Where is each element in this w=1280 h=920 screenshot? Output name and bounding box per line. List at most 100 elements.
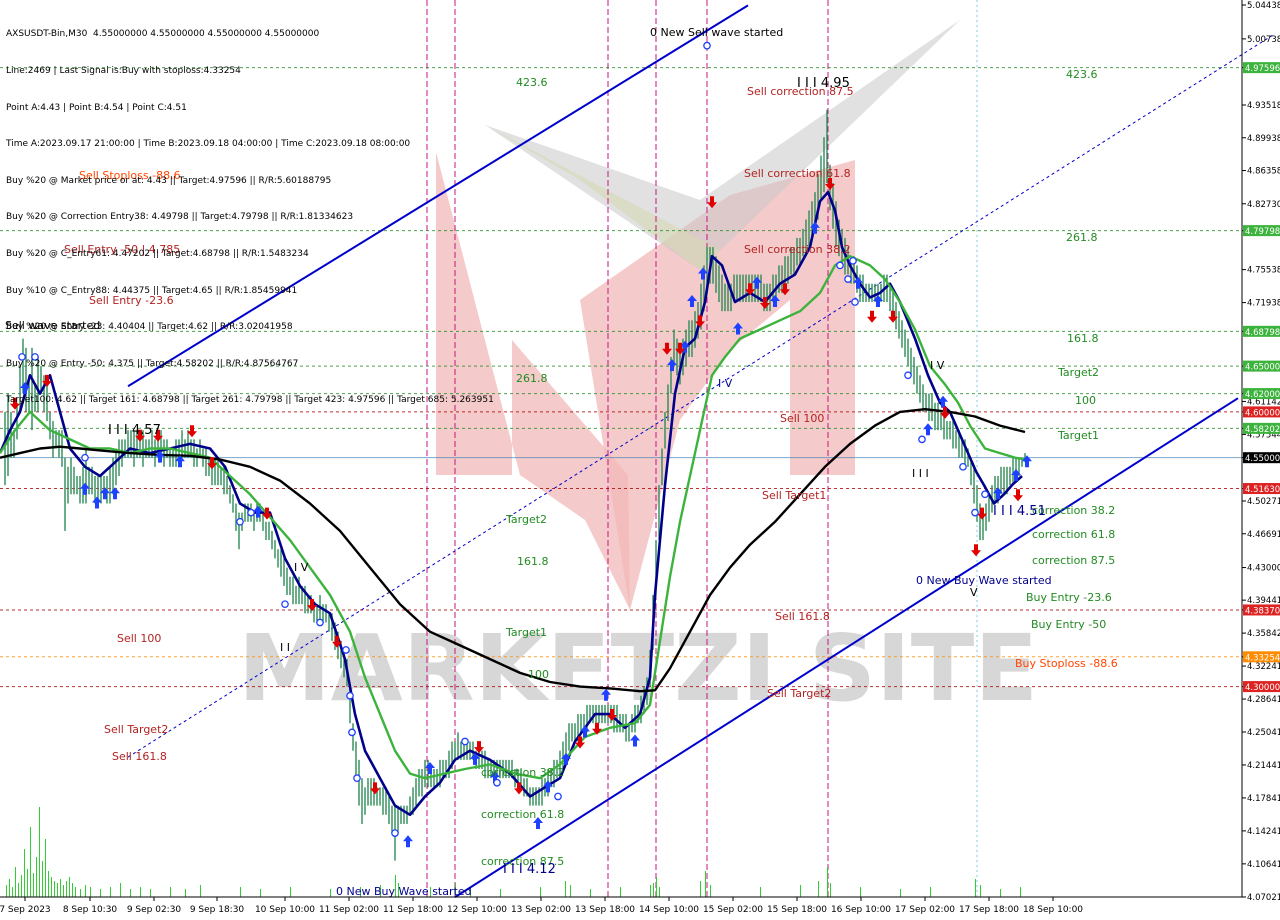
- price-label: 4.97596: [1245, 64, 1280, 74]
- info-line-targets: Target100: 4.62 || Target 161: 4.68798 |…: [6, 395, 494, 406]
- x-tick-label: 9 Sep 18:30: [190, 905, 245, 915]
- volume-bar: [980, 885, 981, 897]
- volume-bar: [48, 871, 49, 897]
- volume-bar: [140, 887, 141, 897]
- info-line-entry50: Buy %20 @ Entry -50: 4.375 || Target:4.5…: [6, 358, 299, 369]
- x-tick-label: 15 Sep 02:00: [703, 905, 763, 915]
- volume-bar: [69, 877, 70, 897]
- volume-bar: [27, 869, 28, 897]
- signal-circle-icon: [461, 737, 469, 746]
- x-tick-label: 10 Sep 10:00: [255, 905, 315, 915]
- volume-bar: [659, 887, 660, 897]
- x-tick-label: 17 Sep 18:00: [959, 905, 1019, 915]
- annotation-lbl-4236-right: 423.6: [1066, 68, 1098, 81]
- volume-bar: [120, 883, 121, 897]
- info-line-points: Point A:4.43 | Point B:4.54 | Point C:4.…: [6, 102, 187, 113]
- y-tick-label: 4.46691: [1247, 530, 1280, 540]
- annotation-new-buy-wave-right: 0 New Buy Wave started: [916, 574, 1052, 587]
- volume-bar: [9, 879, 10, 897]
- volume-bar: [653, 883, 654, 897]
- volume-bar: [57, 883, 58, 897]
- annotation-sell-correction-382: Sell correction 38.2: [744, 243, 851, 256]
- volume-bar: [36, 857, 37, 897]
- signal-circle-icon: [353, 774, 361, 783]
- y-tick-label: 5.00738: [1247, 35, 1280, 45]
- signal-circle-icon: [247, 508, 255, 517]
- volume-bar: [12, 887, 13, 897]
- volume-bar: [51, 877, 52, 897]
- annotation-lbl-4236-left: 423.6: [516, 76, 548, 89]
- volume-bar: [975, 879, 976, 897]
- signal-circle-icon: [554, 792, 562, 801]
- price-label: 4.62000: [1245, 390, 1280, 400]
- volume-bar: [830, 883, 831, 897]
- info-line-centry61: Buy %20 @ C_Entry61: 4.47202 || Target:4…: [6, 248, 309, 259]
- annotation-new-buy-wave-bottom: 0 New Buy Wave started: [336, 885, 472, 898]
- x-tick-label: 9 Sep 02:30: [127, 905, 182, 915]
- volume-bar: [100, 889, 101, 897]
- price-label: 4.58202: [1245, 425, 1280, 435]
- info-line-symbol: AXSUSDT-Bin,M30 4.55000000 4.55000000 4.…: [6, 29, 320, 40]
- annotation-lbl-100-right: 100: [1075, 394, 1096, 407]
- volume-bar: [818, 881, 819, 897]
- volume-bar: [54, 881, 55, 897]
- annotation-wave-iv-a: I V: [294, 561, 309, 574]
- annotation-lbl-2618-left: 261.8: [516, 372, 548, 385]
- volume-bar: [66, 881, 67, 897]
- volume-bar: [33, 873, 34, 897]
- volume-bar: [760, 887, 761, 897]
- annotation-wave-iv-b: I V: [930, 359, 945, 372]
- x-tick-label: 14 Sep 10:00: [639, 905, 699, 915]
- y-tick-label: 4.17841: [1247, 794, 1280, 804]
- y-tick-label: 4.07021: [1247, 893, 1280, 903]
- signal-circle-icon: [849, 256, 857, 265]
- volume-bar: [185, 889, 186, 897]
- annotation-new-sell-wave: 0 New Sell wave started: [650, 26, 783, 39]
- volume-bar: [540, 887, 541, 897]
- volume-bar: [240, 887, 241, 897]
- annotation-lbl-2618-right: 261.8: [1066, 231, 1098, 244]
- x-tick-label: 13 Sep 02:00: [511, 905, 571, 915]
- signal-circle-icon: [703, 41, 711, 50]
- volume-bar: [827, 867, 828, 897]
- info-line-times: Time A:2023.09.17 21:00:00 | Time B:2023…: [6, 139, 411, 150]
- y-tick-label: 4.28641: [1247, 695, 1280, 705]
- y-tick-label: 4.75538: [1247, 266, 1280, 276]
- signal-circle-icon: [342, 646, 350, 654]
- signal-circle-icon: [316, 618, 324, 627]
- y-tick-label: 4.82730: [1247, 200, 1280, 210]
- annotation-corr-618-low: correction 61.8: [481, 808, 564, 821]
- volume-bar: [500, 889, 501, 897]
- x-tick-label: 18 Sep 10:00: [1023, 905, 1083, 915]
- y-tick-label: 5.04438: [1247, 1, 1280, 11]
- volume-bar: [150, 889, 151, 897]
- x-tick-label: 16 Sep 10:00: [831, 905, 891, 915]
- volume-bar: [290, 887, 291, 897]
- y-tick-label: 4.93518: [1247, 101, 1280, 111]
- annotation-corr-618-right: correction 61.8: [1032, 528, 1115, 541]
- volume-bar: [170, 887, 171, 897]
- volume-bar: [60, 879, 61, 897]
- x-tick-label: 7 Sep 2023: [0, 905, 51, 915]
- volume-bar: [39, 807, 40, 897]
- volume-bar: [21, 875, 22, 897]
- annotation-corr-875-right: correction 87.5: [1032, 554, 1115, 567]
- price-label: 4.51630: [1245, 485, 1280, 495]
- annotation-wave-495: I I I 4.95: [797, 76, 850, 91]
- signal-circle-icon: [851, 298, 859, 306]
- signal-circle-icon: [918, 435, 926, 444]
- volume-bar: [1000, 889, 1001, 897]
- annotation-sell-target1-mid: Sell Target1: [762, 489, 826, 502]
- signal-circle-icon: [346, 691, 354, 700]
- volume-bar: [620, 887, 621, 897]
- volume-bar: [650, 885, 651, 897]
- x-tick-label: 13 Sep 18:00: [575, 905, 635, 915]
- volume-bar: [15, 867, 16, 897]
- volume-bar: [80, 889, 81, 897]
- volume-bar: [656, 877, 657, 897]
- volume-bar: [130, 889, 131, 897]
- volume-bar: [45, 839, 46, 897]
- annotation-wave-457: I I I 4.57: [108, 423, 161, 438]
- volume-bar: [6, 885, 7, 897]
- volume-bar: [85, 885, 86, 897]
